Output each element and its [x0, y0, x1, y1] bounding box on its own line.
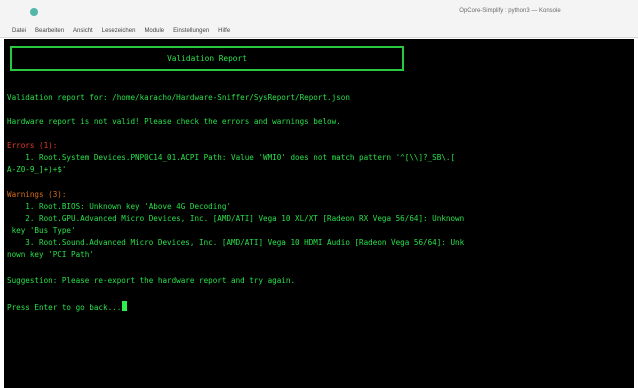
menu-bar: Datei Bearbeiten Ansicht Lesezeichen Mod… — [0, 24, 638, 38]
warning-line-continued: key 'Bus Type' — [7, 226, 76, 235]
errors-header: Errors (1): — [7, 141, 58, 150]
window-title: OpCore-Simplify : python3 — Konsole — [459, 8, 561, 14]
prompt-line: Press Enter to go back... — [7, 301, 128, 314]
warnings-header: Warnings (3): — [7, 190, 67, 199]
menu-item-einstellungen[interactable]: Einstellungen — [173, 28, 209, 34]
report-path-line: Validation report for: /home/karacho/Har… — [7, 93, 350, 102]
report-banner: Validation Report — [10, 46, 404, 71]
warning-line-continued: nown key 'PCI Path' — [7, 250, 94, 259]
title-bar: OpCore-Simplify : python3 — Konsole — [0, 0, 638, 24]
banner-title: Validation Report — [167, 53, 247, 63]
terminal-area[interactable]: Validation Report Validation report for:… — [4, 39, 634, 388]
error-line: 1. Root.System Devices.PNP0C14_01.ACPI P… — [7, 153, 456, 162]
menu-item-datei[interactable]: Datei — [12, 28, 26, 34]
menu-item-bearbeiten[interactable]: Bearbeiten — [35, 28, 64, 34]
error-line-continued: A-Z0-9_]+)+$' — [7, 165, 67, 174]
menu-item-hilfe[interactable]: Hilfe — [218, 28, 230, 34]
warning-line: 2. Root.GPU.Advanced Micro Devices, Inc.… — [7, 214, 465, 223]
menu-item-module[interactable]: Module — [144, 28, 164, 34]
menu-item-ansicht[interactable]: Ansicht — [73, 28, 93, 34]
prompt-text: Press Enter to go back... — [7, 303, 122, 312]
app-icon — [30, 8, 38, 16]
menu-item-lesezeichen[interactable]: Lesezeichen — [102, 28, 136, 34]
text-cursor — [122, 301, 128, 311]
invalid-message: Hardware report is not valid! Please che… — [7, 117, 341, 126]
suggestion-line: Suggestion: Please re-export the hardwar… — [7, 276, 296, 285]
warning-line: 3. Root.Sound.Advanced Micro Devices, In… — [7, 238, 465, 247]
warning-line: 1. Root.BIOS: Unknown key 'Above 4G Deco… — [7, 202, 232, 211]
